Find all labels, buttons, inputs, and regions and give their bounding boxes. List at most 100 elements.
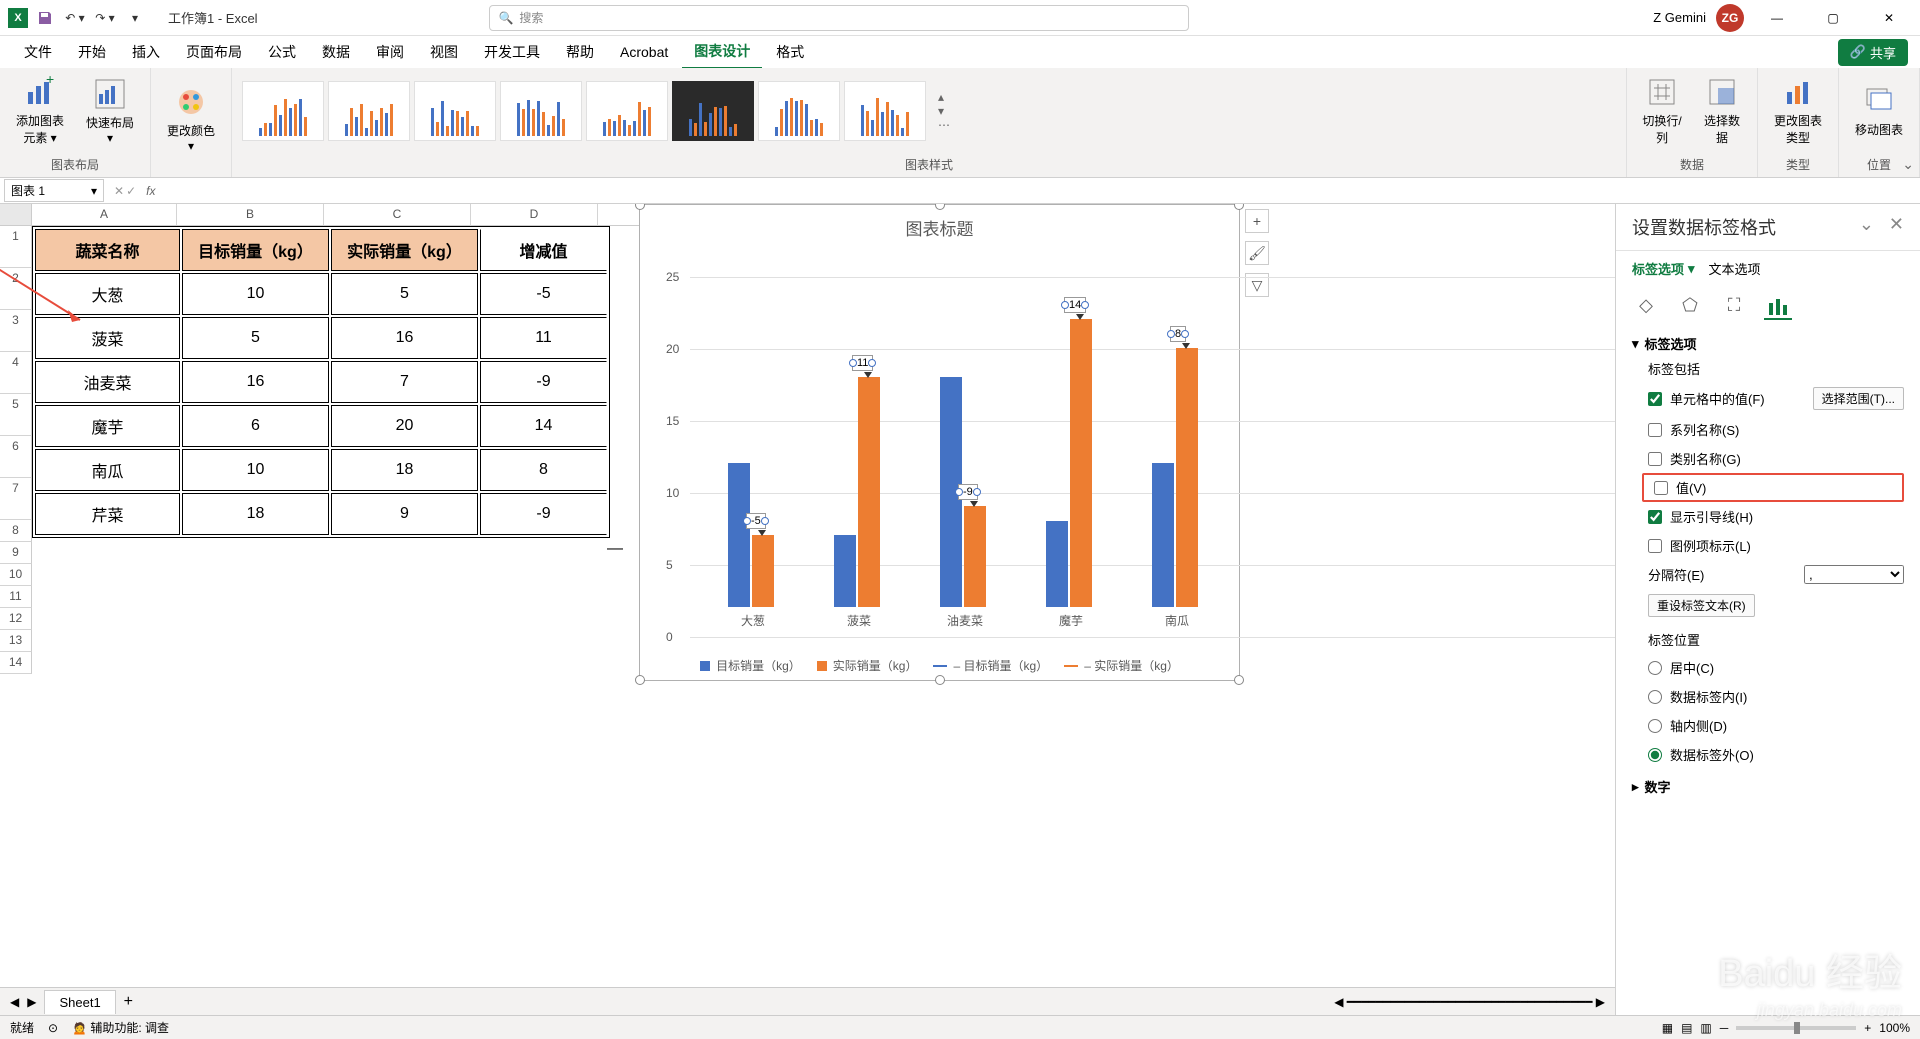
tab-formulas[interactable]: 公式: [256, 36, 308, 68]
move-chart-button[interactable]: 移动图表: [1847, 81, 1911, 142]
switch-row-col-button[interactable]: 切换行/列: [1635, 72, 1689, 150]
undo-icon[interactable]: ↶ ▾: [62, 5, 88, 31]
tick-mark: —: [600, 540, 630, 558]
tab-pagelayout[interactable]: 页面布局: [174, 36, 254, 68]
checkbox-legend-key[interactable]: [1648, 539, 1662, 553]
size-properties-icon[interactable]: ⛶: [1720, 292, 1748, 320]
zoom-slider[interactable]: [1736, 1026, 1856, 1030]
quick-layout-button[interactable]: 快速布局 ▾: [78, 74, 142, 149]
zoom-level[interactable]: 100%: [1879, 1021, 1910, 1035]
maximize-button[interactable]: ▢: [1810, 0, 1856, 36]
tab-view[interactable]: 视图: [418, 36, 470, 68]
add-sheet-icon[interactable]: +: [124, 993, 133, 1011]
avatar[interactable]: ZG: [1716, 4, 1744, 32]
status-ready: 就绪: [10, 1019, 34, 1036]
radio-outside[interactable]: [1648, 748, 1662, 762]
group-type-label: 类型: [1758, 154, 1838, 177]
svg-text:+: +: [46, 76, 54, 87]
tab-file[interactable]: 文件: [12, 36, 64, 68]
search-icon: 🔍: [498, 11, 513, 25]
save-icon[interactable]: [32, 5, 58, 31]
checkbox-leader-lines[interactable]: [1648, 510, 1662, 524]
accept-formula-icon[interactable]: ✓: [126, 184, 136, 198]
change-chart-type-button[interactable]: 更改图表类型: [1766, 72, 1830, 150]
effects-icon[interactable]: ⬠: [1676, 292, 1704, 320]
pane-tab-label-options[interactable]: 标签选项 ▾: [1632, 259, 1695, 278]
radio-inside-base[interactable]: [1648, 719, 1662, 733]
tab-help[interactable]: 帮助: [554, 36, 606, 68]
label-options-icon[interactable]: [1764, 292, 1792, 320]
col-header[interactable]: A: [32, 204, 177, 226]
tab-devtools[interactable]: 开发工具: [472, 36, 552, 68]
qat-more-icon[interactable]: ▾: [122, 5, 148, 31]
section-number[interactable]: ▸ 数字: [1632, 777, 1904, 796]
select-all-corner[interactable]: [0, 204, 32, 226]
share-button[interactable]: 🔗 共享: [1838, 39, 1908, 66]
col-header[interactable]: D: [471, 204, 598, 226]
sheet-next-icon[interactable]: ▶: [27, 995, 36, 1009]
collapse-ribbon-icon[interactable]: ⌄: [1902, 156, 1914, 173]
chart-styles-flyout-icon[interactable]: 🖌: [1245, 241, 1269, 265]
select-data-button[interactable]: 选择数据: [1695, 72, 1749, 150]
accessibility-status[interactable]: 🙍 辅助功能: 调查: [72, 1019, 169, 1036]
redo-icon[interactable]: ↷ ▾: [92, 5, 118, 31]
change-colors-button[interactable]: 更改颜色 ▾: [159, 82, 223, 157]
tab-chart-design[interactable]: 图表设计: [682, 35, 762, 70]
sheet-tab[interactable]: Sheet1: [44, 990, 115, 1014]
checkbox-category-name[interactable]: [1648, 452, 1662, 466]
user-name: Z Gemini: [1653, 10, 1706, 25]
view-normal-icon[interactable]: ▦: [1662, 1021, 1673, 1035]
add-chart-element-button[interactable]: + 添加图表元素 ▾: [8, 72, 72, 150]
chart-elements-flyout-icon[interactable]: +: [1245, 209, 1269, 233]
view-pagelayout-icon[interactable]: ▤: [1681, 1021, 1692, 1035]
spreadsheet-grid[interactable]: A B C D E F G H I J 1234567891011121314 …: [0, 204, 1615, 987]
close-pane-icon[interactable]: ✕: [1889, 214, 1904, 234]
cancel-formula-icon[interactable]: ✕: [114, 184, 124, 198]
col-header[interactable]: C: [324, 204, 471, 226]
title-bar: X ↶ ▾ ↷ ▾ ▾ 工作簿1 - Excel 🔍 搜索 Z Gemini Z…: [0, 0, 1920, 36]
data-table[interactable]: 蔬菜名称 目标销量（kg） 实际销量（kg） 增减值 大葱105-5菠菜5161…: [32, 226, 610, 538]
reset-label-button[interactable]: 重设标签文本(R): [1648, 594, 1755, 617]
chart-plot-area[interactable]: 0510152025大葱-5菠菜11油麦菜-9魔芋14南瓜8: [690, 247, 1224, 637]
status-bar: 就绪 ⊙ 🙍 辅助功能: 调查 ▦ ▤ ▥ ─ + 100%: [0, 1015, 1920, 1039]
radio-inside-end[interactable]: [1648, 690, 1662, 704]
minimize-button[interactable]: —: [1754, 0, 1800, 36]
fill-line-icon[interactable]: ◇: [1632, 292, 1660, 320]
close-button[interactable]: ✕: [1866, 0, 1912, 36]
pane-tab-text-options[interactable]: 文本选项: [1709, 259, 1761, 278]
sheet-prev-icon[interactable]: ◀: [10, 995, 19, 1009]
fx-icon[interactable]: fx: [142, 184, 159, 198]
zoom-in-icon[interactable]: +: [1864, 1021, 1871, 1035]
tab-review[interactable]: 审阅: [364, 36, 416, 68]
zoom-out-icon[interactable]: ─: [1720, 1021, 1729, 1035]
search-input[interactable]: 🔍 搜索: [489, 5, 1189, 31]
col-header[interactable]: B: [177, 204, 324, 226]
table-header: 实际销量（kg）: [331, 229, 478, 271]
name-box[interactable]: 图表 1▾: [4, 179, 104, 202]
chart-style-gallery[interactable]: [240, 81, 928, 141]
checkbox-series-name[interactable]: [1648, 423, 1662, 437]
chart-object[interactable]: + 🖌 ▽ 图表标题 0510152025大葱-5菠菜11油麦菜-9魔芋14南瓜…: [639, 204, 1240, 681]
chart-style-more-icon[interactable]: ▴▾⋯: [934, 90, 954, 132]
view-pagebreak-icon[interactable]: ▥: [1700, 1021, 1711, 1035]
separator-select[interactable]: ,: [1804, 565, 1904, 584]
table-header: 目标销量（kg）: [182, 229, 329, 271]
select-range-button[interactable]: 选择范围(T)...: [1813, 387, 1904, 410]
formula-input[interactable]: [159, 189, 1920, 193]
ribbon: + 添加图表元素 ▾ 快速布局 ▾ 图表布局 更改颜色 ▾ ▴▾⋯ 图表样式: [0, 68, 1920, 178]
radio-center[interactable]: [1648, 661, 1662, 675]
tab-data[interactable]: 数据: [310, 36, 362, 68]
chart-legend[interactable]: 目标销量（kg） 实际销量（kg） – 目标销量（kg） – 实际销量（kg）: [640, 657, 1239, 674]
tab-home[interactable]: 开始: [66, 36, 118, 68]
checkbox-value[interactable]: [1654, 481, 1668, 495]
pane-title: 设置数据标签格式: [1632, 214, 1776, 240]
group-chart-styles-label: 图表样式: [232, 154, 1626, 177]
chart-title[interactable]: 图表标题: [640, 205, 1239, 242]
formula-bar: 图表 1▾ ✕ ✓ fx: [0, 178, 1920, 204]
tab-acrobat[interactable]: Acrobat: [608, 38, 680, 66]
checkbox-cell-value[interactable]: [1648, 392, 1662, 406]
tab-insert[interactable]: 插入: [120, 36, 172, 68]
tab-format[interactable]: 格式: [764, 36, 816, 68]
section-label-options[interactable]: ▾ 标签选项: [1632, 334, 1904, 353]
macro-rec-icon[interactable]: ⊙: [48, 1021, 58, 1035]
